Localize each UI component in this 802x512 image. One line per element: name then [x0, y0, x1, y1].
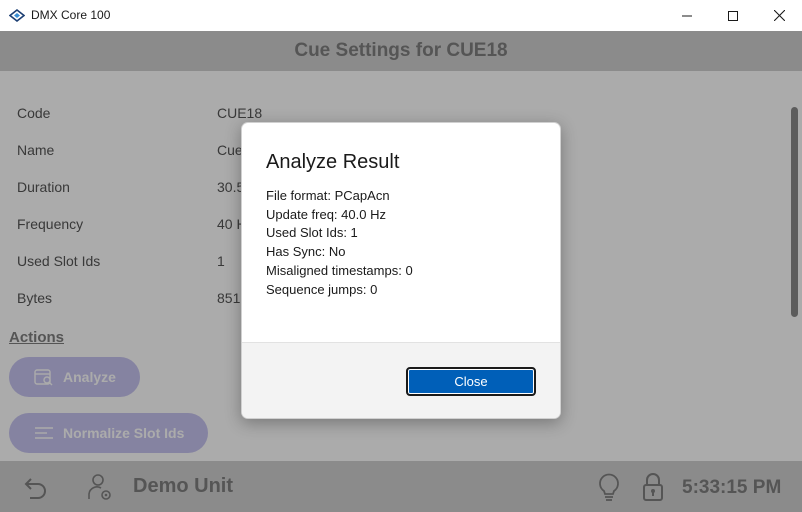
dialog-footer: Close — [242, 342, 560, 418]
window-title: DMX Core 100 — [31, 8, 111, 22]
maximize-icon — [728, 10, 738, 21]
result-line: Sequence jumps: 0 — [266, 281, 378, 297]
minimize-button[interactable] — [664, 0, 710, 31]
maximize-button[interactable] — [710, 0, 756, 31]
dialog-body: File format: PCapAcn Update freq: 40.0 H… — [266, 187, 413, 299]
close-window-button[interactable] — [756, 0, 802, 31]
result-line: Used Slot Ids: 1 — [266, 225, 358, 241]
result-line: Update freq: 40.0 Hz — [266, 206, 386, 222]
dmx-diamond-icon — [8, 8, 26, 23]
dialog-title: Analyze Result — [266, 151, 400, 173]
analyze-result-dialog: Analyze Result File format: PCapAcn Upda… — [241, 122, 561, 419]
result-line: Has Sync: No — [266, 244, 346, 260]
result-line: File format: PCapAcn — [266, 188, 390, 203]
result-line: Misaligned timestamps: 0 — [266, 262, 413, 278]
window-titlebar: DMX Core 100 — [0, 0, 802, 31]
minimize-icon — [682, 15, 692, 16]
close-icon — [773, 10, 785, 21]
close-dialog-button[interactable]: Close — [406, 367, 536, 396]
